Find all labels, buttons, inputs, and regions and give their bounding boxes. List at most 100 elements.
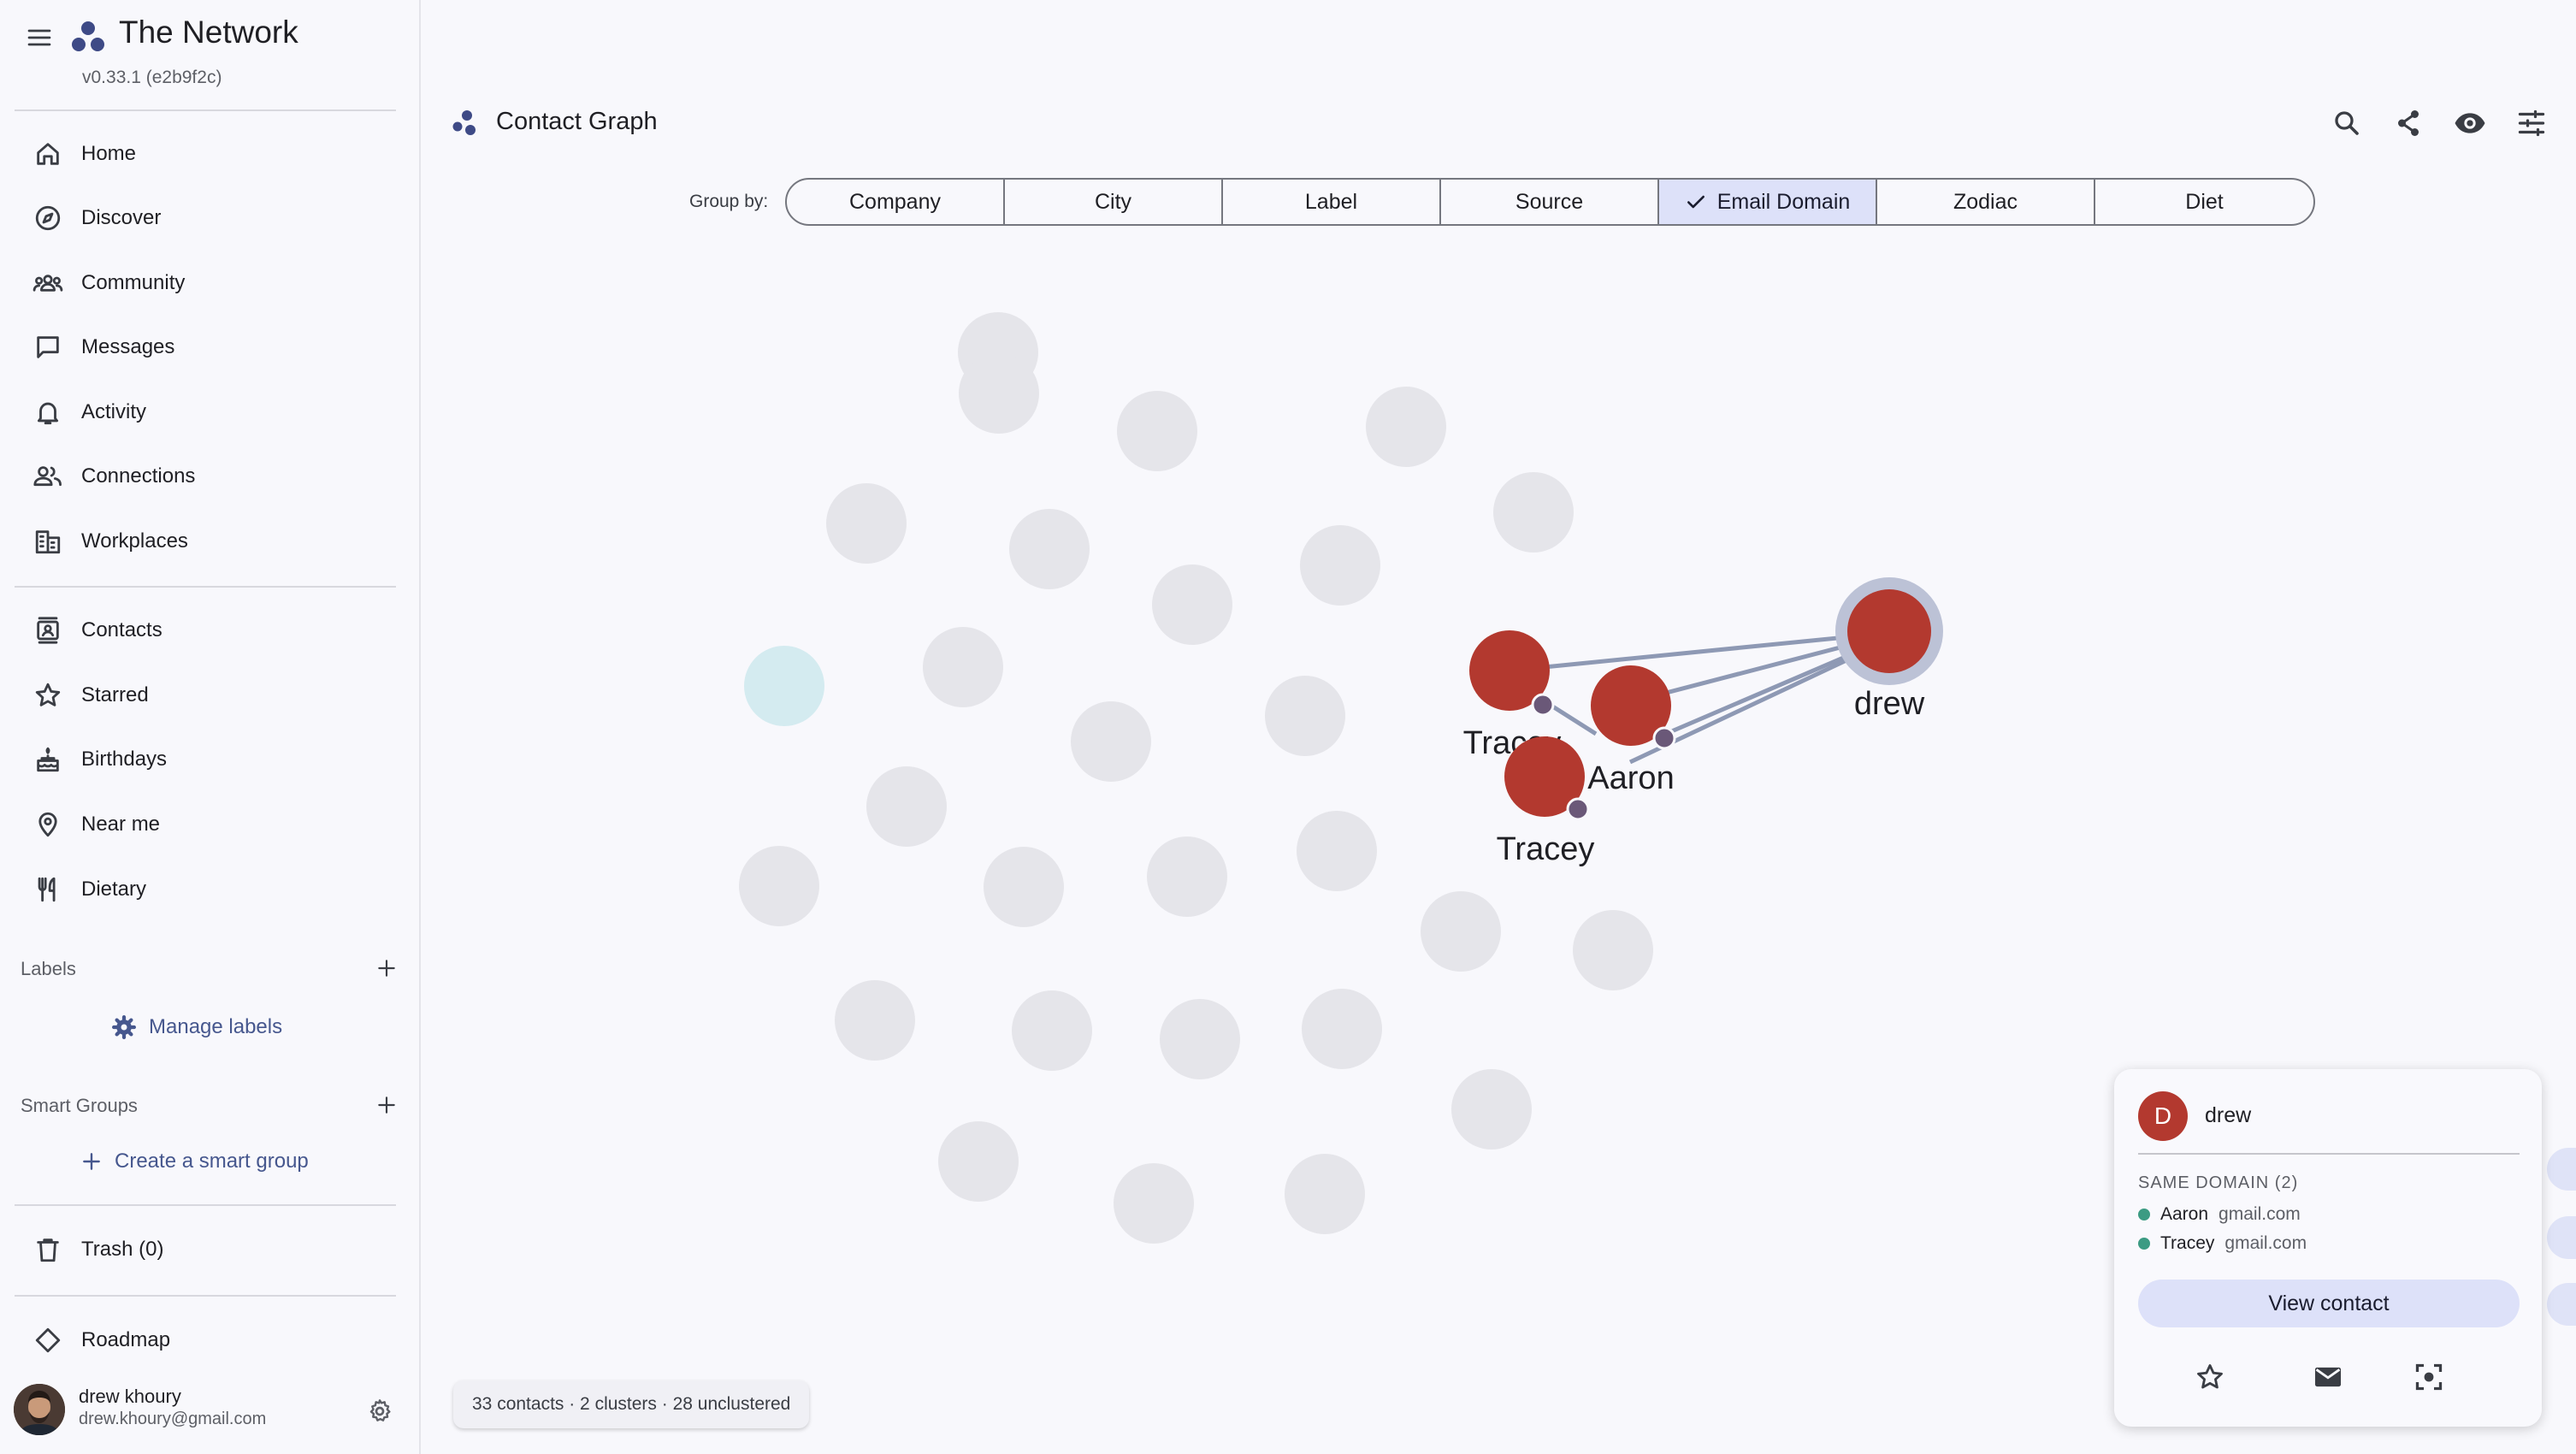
home-icon	[15, 139, 81, 168]
contact-node[interactable]	[1147, 836, 1227, 917]
nav-label: Activity	[81, 400, 147, 423]
contact-node[interactable]	[1493, 472, 1574, 553]
create-smart-group-link[interactable]: Create a smart group	[80, 1150, 309, 1173]
user-profile[interactable]: drew khoury drew.khoury@gmail.com	[0, 1372, 419, 1454]
divider	[2138, 1153, 2520, 1155]
contact-node[interactable]	[923, 627, 1003, 707]
view-contact-button[interactable]: View contact	[2138, 1280, 2520, 1327]
nav-label: Trash (0)	[81, 1238, 164, 1261]
nav-item-contacts[interactable]: Contacts	[15, 604, 396, 657]
contact-node-drew[interactable]	[1847, 589, 1931, 673]
gear-icon	[111, 1014, 137, 1040]
groupby-option-label[interactable]: Label	[1223, 180, 1441, 224]
app-version: v0.33.1 (e2b9f2c)	[82, 68, 222, 87]
avatar[interactable]	[14, 1384, 65, 1435]
contact-node[interactable]	[959, 353, 1039, 434]
groupby-option-label: Source	[1515, 189, 1584, 214]
share-icon[interactable]	[2388, 103, 2429, 144]
contact-preview-card: D drew SAME DOMAIN (2) Aaron gmail.com T…	[2114, 1069, 2542, 1427]
nav-item-workplaces[interactable]: Workplaces	[15, 515, 396, 568]
contact-node[interactable]	[1366, 387, 1446, 467]
star-icon[interactable]	[2186, 1353, 2234, 1401]
groupby-option-email-domain[interactable]: Email Domain	[1659, 180, 1877, 224]
contact-node[interactable]	[1297, 811, 1377, 891]
same-domain-item[interactable]: Aaron gmail.com	[2138, 1203, 2301, 1226]
nav-item-connections[interactable]: Connections	[15, 450, 396, 503]
add-label-icon[interactable]	[373, 955, 400, 982]
nav-item-discover[interactable]: Discover	[15, 192, 396, 245]
divider	[15, 109, 396, 111]
contact-node[interactable]	[1160, 999, 1240, 1079]
user-email: drew.khoury@gmail.com	[79, 1410, 267, 1428]
nav-label: Community	[81, 271, 186, 294]
contact-node[interactable]	[1009, 509, 1090, 589]
nav-label: Near me	[81, 813, 161, 836]
groups-icon	[15, 269, 81, 298]
location-pin-icon	[15, 810, 81, 839]
contact-node[interactable]	[1265, 676, 1345, 756]
nav-item-birthdays[interactable]: Birthdays	[15, 733, 396, 786]
tune-icon[interactable]	[2511, 103, 2552, 144]
node-label-drew: drew	[1854, 686, 1925, 722]
contact-avatar[interactable]: D	[2138, 1091, 2188, 1141]
check-icon	[1685, 191, 1707, 213]
nav-item-near-me[interactable]: Near me	[15, 798, 396, 851]
manage-labels-link[interactable]: Manage labels	[111, 1014, 282, 1040]
nav-item-roadmap[interactable]: Roadmap	[15, 1314, 396, 1367]
nav-item-community[interactable]: Community	[15, 257, 396, 310]
contact-node-highlighted[interactable]	[744, 646, 824, 726]
contact-node[interactable]	[835, 980, 915, 1061]
contact-node[interactable]	[1302, 989, 1382, 1069]
contact-node[interactable]	[984, 847, 1064, 927]
nav-item-home[interactable]: Home	[15, 127, 396, 180]
groupby-option-label: Label	[1304, 189, 1358, 214]
contact-node[interactable]	[1114, 1163, 1194, 1244]
add-smart-group-icon[interactable]	[373, 1091, 400, 1119]
app-title: The Network	[119, 15, 298, 50]
contact-node[interactable]	[1285, 1154, 1365, 1234]
contact-node[interactable]	[826, 483, 907, 564]
contact-node[interactable]	[1071, 701, 1151, 782]
focus-icon[interactable]	[2405, 1353, 2453, 1401]
groupby-option-source[interactable]: Source	[1441, 180, 1659, 224]
contact-node[interactable]	[866, 766, 947, 847]
contact-node[interactable]	[1152, 564, 1232, 645]
nav-item-starred[interactable]: Starred	[15, 669, 396, 722]
contact-node[interactable]	[1300, 525, 1380, 606]
contact-node[interactable]	[938, 1121, 1019, 1202]
nav-label: Home	[81, 142, 137, 165]
eye-icon[interactable]	[2449, 103, 2490, 144]
groupby-option-label: Diet	[2185, 189, 2224, 214]
building-icon	[15, 527, 81, 556]
contact-node[interactable]	[1117, 391, 1197, 471]
groupby-option-zodiac[interactable]: Zodiac	[1877, 180, 2095, 224]
smart-groups-heading: Smart Groups	[21, 1095, 138, 1116]
nav-item-dietary[interactable]: Dietary	[15, 863, 396, 916]
app-logo-icon	[70, 19, 106, 55]
nav-label: Roadmap	[81, 1328, 171, 1351]
groupby-option-diet[interactable]: Diet	[2095, 180, 2313, 224]
nav-label: Birthdays	[81, 748, 168, 771]
nav-item-trash[interactable]: Trash (0)	[15, 1223, 396, 1276]
groupby-segmented-control: Company City Label Source Email Domain Z…	[785, 178, 2315, 226]
groupby-option-company[interactable]: Company	[787, 180, 1005, 224]
nav-item-messages[interactable]: Messages	[15, 321, 396, 374]
contact-node[interactable]	[1421, 891, 1501, 972]
same-domain-item[interactable]: Tracey gmail.com	[2138, 1232, 2307, 1256]
create-smart-group-label: Create a smart group	[115, 1150, 309, 1173]
contact-node[interactable]	[739, 846, 819, 926]
groupby-option-city[interactable]: City	[1005, 180, 1223, 224]
menu-icon[interactable]	[22, 21, 56, 55]
contact-node[interactable]	[1573, 910, 1653, 990]
labels-heading: Labels	[21, 958, 76, 979]
contact-node[interactable]	[1451, 1069, 1532, 1150]
nav-item-activity[interactable]: Activity	[15, 386, 396, 439]
search-icon[interactable]	[2326, 103, 2367, 144]
contact-name: drew	[2205, 1103, 2252, 1127]
settings-icon[interactable]	[363, 1394, 397, 1428]
mail-icon[interactable]	[2304, 1353, 2352, 1401]
contact-node[interactable]	[1012, 990, 1092, 1071]
same-domain-name: Tracey	[2160, 1233, 2215, 1253]
page-title: Contact Graph	[496, 108, 658, 135]
star-icon	[15, 681, 81, 710]
